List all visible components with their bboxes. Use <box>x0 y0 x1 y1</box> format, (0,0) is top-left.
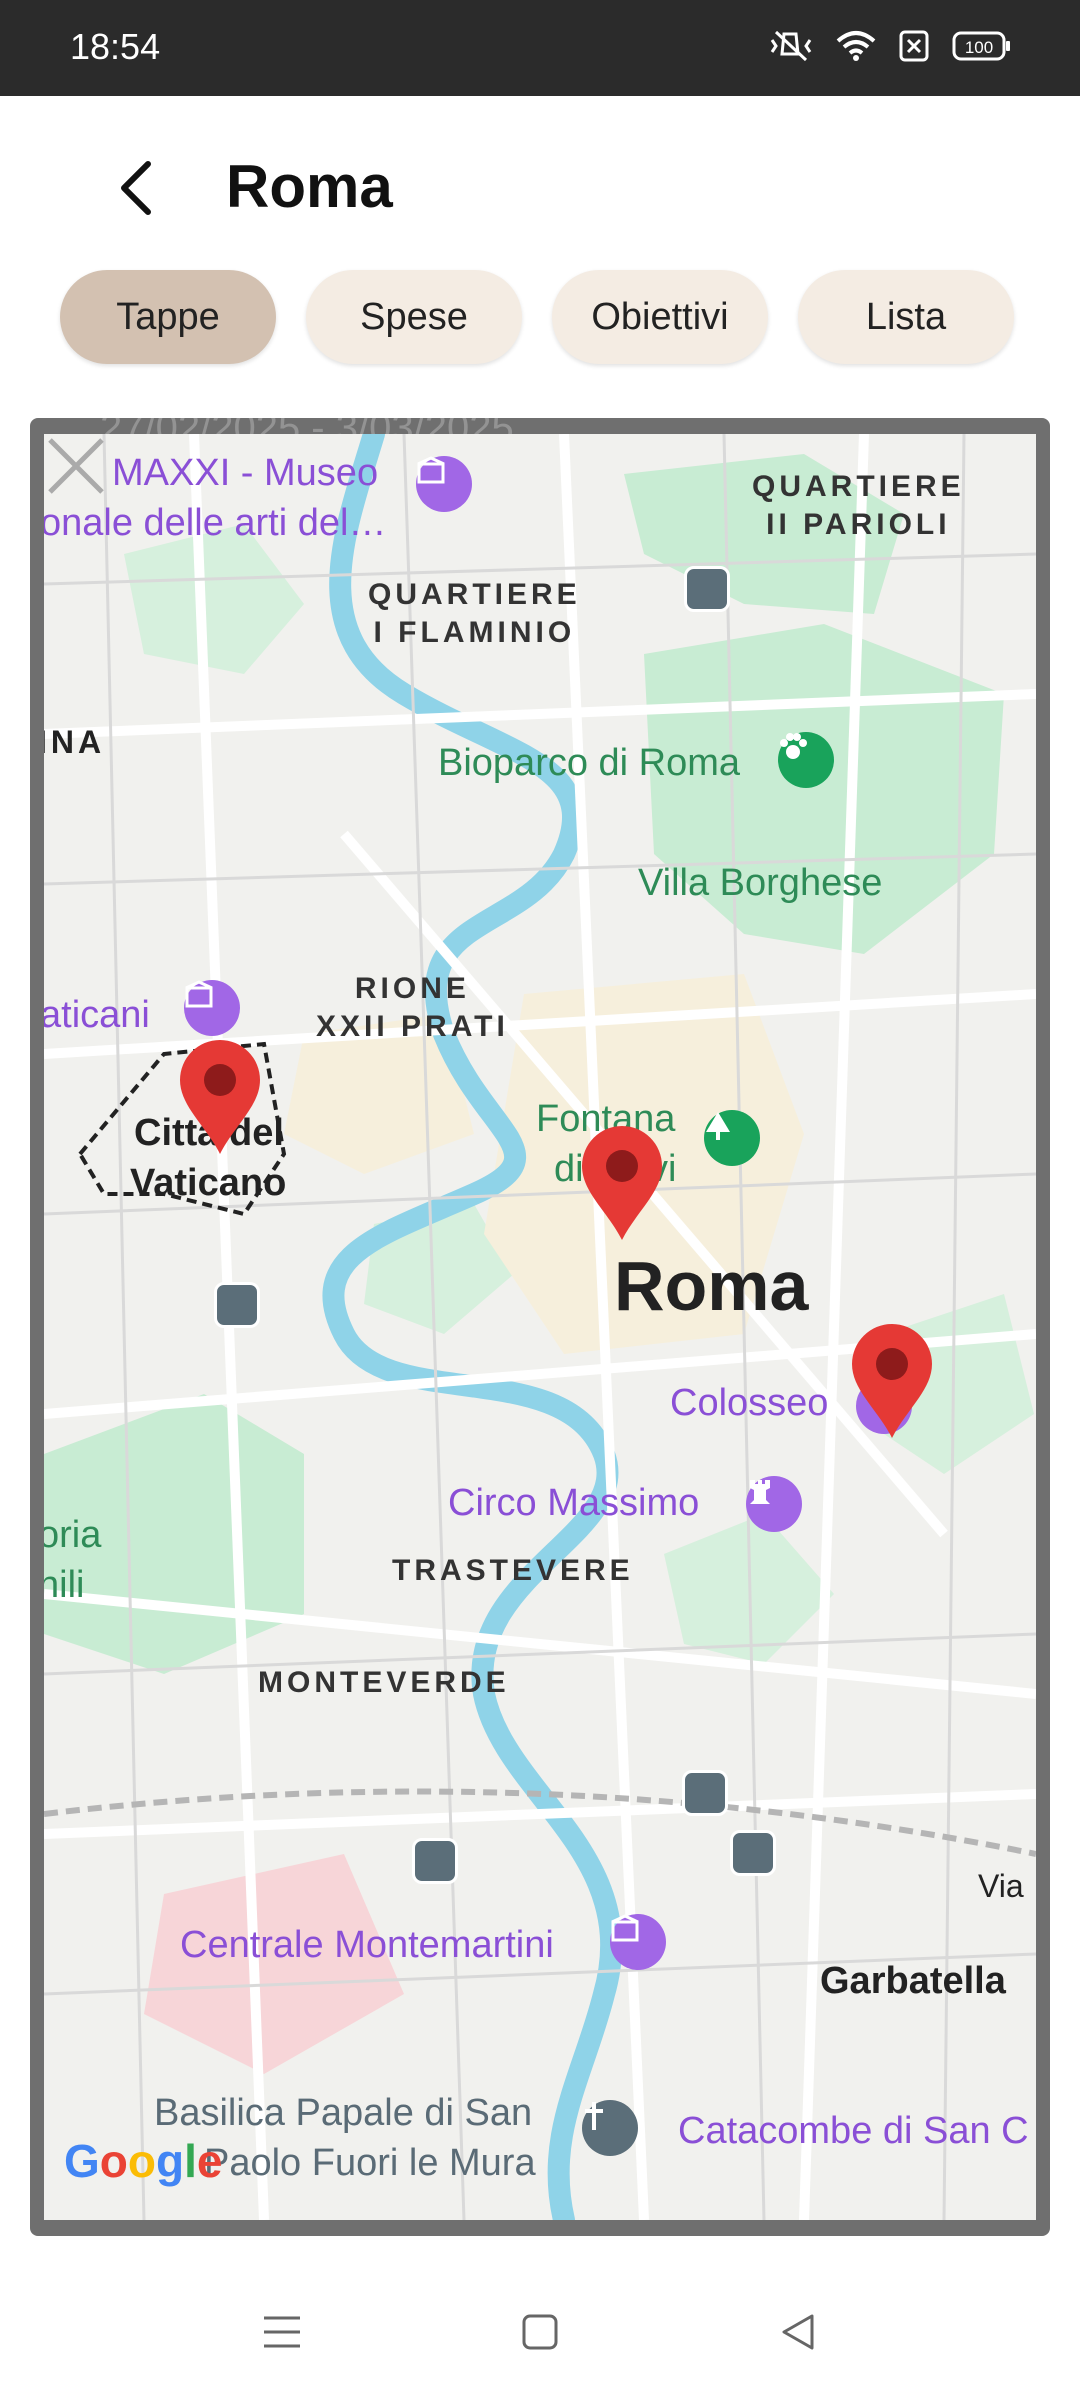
map-label-vaticani: aticani <box>44 994 150 1036</box>
back-icon[interactable] <box>778 2312 818 2352</box>
museum-icon[interactable] <box>184 980 240 1036</box>
transit-icon[interactable] <box>684 566 730 612</box>
museum-glyph-icon <box>185 980 213 1008</box>
map-label-parioli: QUARTIERE II PARIOLI <box>752 470 965 541</box>
map-label-via: Via <box>978 1868 1024 1904</box>
transit-icon[interactable] <box>730 1830 776 1876</box>
map-label-colosseo: Colosseo <box>670 1382 829 1424</box>
park-tree-icon[interactable] <box>704 1110 760 1166</box>
cross-glyph-icon <box>585 2102 603 2130</box>
google-logo: Google <box>64 2135 223 2187</box>
transit-icon[interactable] <box>214 1282 260 1328</box>
close-icon[interactable] <box>44 434 108 498</box>
map-label-maxxi-1: MAXXI - Museo <box>112 452 379 494</box>
battery-level: 100 <box>965 38 993 57</box>
transit-icon[interactable] <box>682 1770 728 1816</box>
map-pin-vaticano[interactable] <box>176 1038 264 1158</box>
map-label-flaminio: QUARTIERE I FLAMINIO <box>368 578 581 649</box>
map-label-circo-massimo: Circo Massimo <box>448 1482 700 1524</box>
map-label-bioparco: Bioparco di Roma <box>438 742 741 784</box>
header: Roma <box>0 96 1080 266</box>
tree-glyph-icon <box>706 1112 730 1140</box>
transit-icon[interactable] <box>412 1838 458 1884</box>
tab-obiettivi[interactable]: Obiettivi <box>552 270 768 364</box>
back-arrow-icon[interactable] <box>112 158 162 218</box>
tab-lista[interactable]: Lista <box>798 270 1014 364</box>
status-time: 18:54 <box>70 26 161 67</box>
tab-tappe[interactable]: Tappe <box>60 270 276 364</box>
page-title: Roma <box>226 153 393 220</box>
map-label-garbatella: Garbatella <box>820 1960 1006 2002</box>
map-label-basilica-2: Paolo Fuori le Mura <box>204 2142 536 2184</box>
map-label-roma: Roma <box>614 1247 809 1325</box>
battery-icon: 100 <box>952 31 1010 61</box>
mute-vibrate-icon <box>770 30 812 62</box>
church-icon[interactable] <box>582 2100 638 2156</box>
map-label-trastevere: TRASTEVERE <box>392 1554 634 1587</box>
system-nav-bar <box>0 2260 1080 2400</box>
map-label-maxxi-2: onale delle arti del… <box>44 502 387 544</box>
menu-icon[interactable] <box>262 2312 302 2352</box>
map-label-villa-borghese: Villa Borghese <box>638 862 883 904</box>
museum-glyph-icon <box>611 1914 639 1942</box>
museum-glyph-icon <box>417 456 445 484</box>
map-label-ina: INA <box>44 724 106 760</box>
museum-icon[interactable] <box>610 1914 666 1970</box>
map-pin-fontana[interactable] <box>578 1124 666 1244</box>
rook-glyph-icon <box>750 1480 770 1504</box>
castle-icon[interactable] <box>746 1476 802 1532</box>
map-label-basilica-1: Basilica Papale di San <box>154 2092 533 2134</box>
paw-glyph-icon <box>780 733 807 759</box>
map-label-catacombe: Catacombe di San C <box>678 2110 1029 2152</box>
home-icon[interactable] <box>520 2312 560 2352</box>
status-bar: 18:54 100 <box>0 0 1080 96</box>
map-pin-colosseo[interactable] <box>848 1322 936 1442</box>
wifi-icon <box>836 31 876 61</box>
no-sim-icon <box>899 30 929 62</box>
map-label-hili: hili <box>44 1564 85 1606</box>
map-label-monteverde: MONTEVERDE <box>258 1666 510 1699</box>
map-label-prati: RIONE XXII PRATI <box>316 972 509 1043</box>
status-icons: 100 <box>768 28 1012 64</box>
map-view[interactable]: MAXXI - Museo onale delle arti del… QUAR… <box>44 434 1036 2220</box>
map-label-oria: oria <box>44 1514 102 1556</box>
museum-icon[interactable] <box>416 456 472 512</box>
map-label-centrale-montemartini: Centrale Montemartini <box>180 1924 554 1966</box>
zoo-icon[interactable] <box>778 732 834 788</box>
tab-bar: Tappe Spese Obiettivi Lista <box>60 270 1014 364</box>
map-label-vaticano: Vaticano <box>130 1162 287 1204</box>
tab-spese[interactable]: Spese <box>306 270 522 364</box>
